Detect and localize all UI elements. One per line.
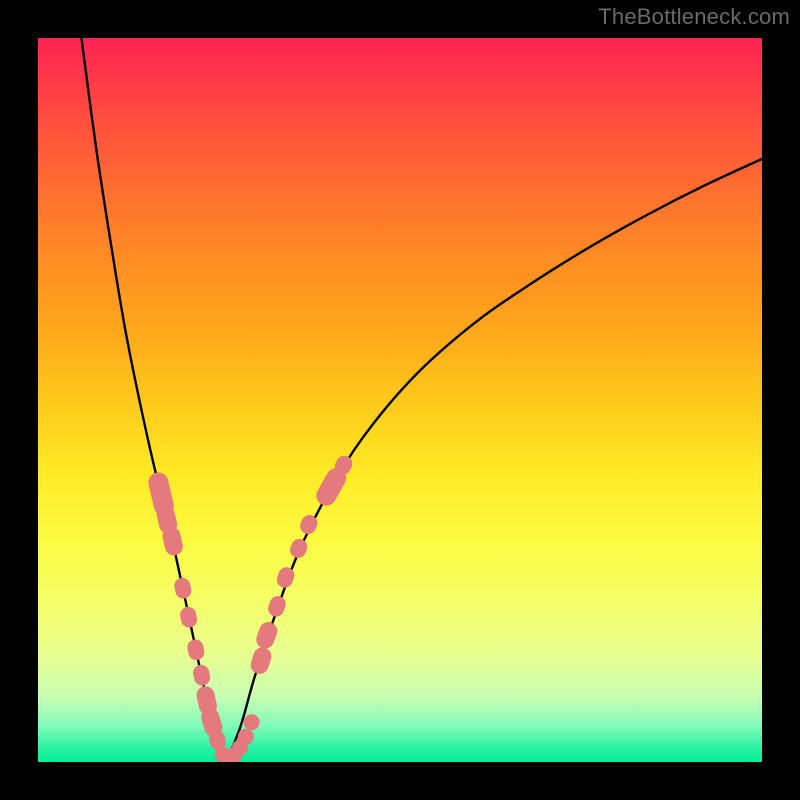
curve-right [226, 159, 762, 762]
data-marker [287, 536, 309, 560]
data-marker [179, 605, 199, 629]
data-marker [244, 714, 260, 730]
data-marker [186, 638, 206, 662]
data-marker [254, 620, 280, 651]
plot-area [38, 38, 762, 762]
chart-container: TheBottleneck.com [0, 0, 800, 800]
data-marker [266, 594, 288, 619]
data-marker [238, 729, 254, 745]
curve-svg [38, 38, 762, 762]
curve-left [81, 38, 226, 762]
data-marker [191, 663, 211, 687]
watermark-text: TheBottleneck.com [598, 4, 790, 30]
data-marker [248, 645, 273, 676]
data-marker [275, 565, 297, 590]
data-markers [146, 453, 355, 762]
data-marker [173, 576, 193, 600]
